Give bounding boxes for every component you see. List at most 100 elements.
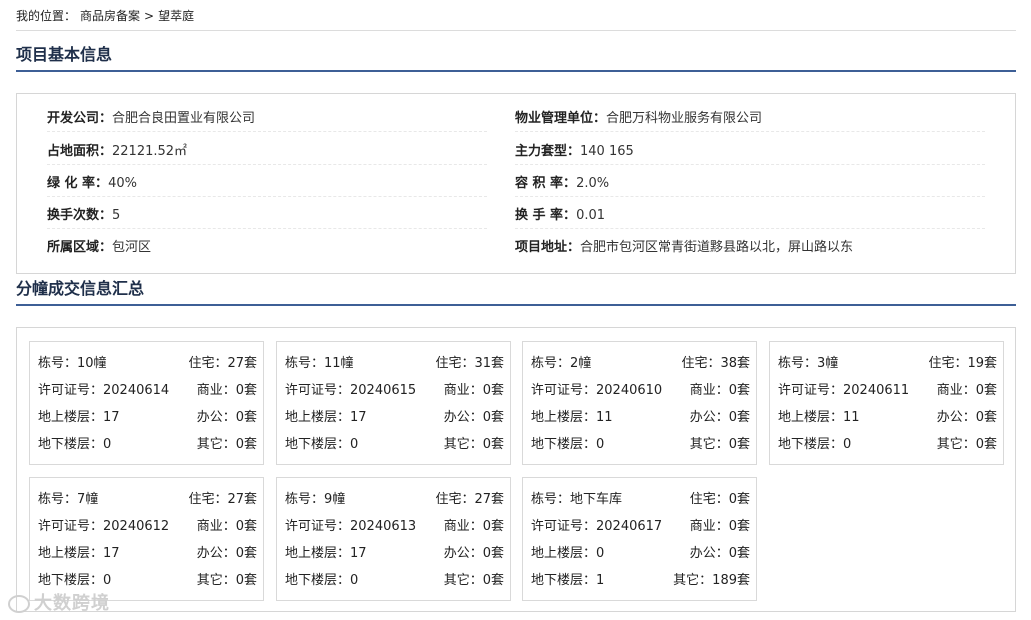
breadcrumb-separator: >	[144, 9, 155, 23]
developer-label: 开发公司：	[47, 111, 113, 126]
green-rate-row: 绿 化 率：40%	[47, 171, 487, 197]
permit-number: 许可证号：20240610	[531, 383, 663, 398]
building-number: 栋号：7幢	[38, 492, 99, 507]
section-title-building-summary: 分幢成交信息汇总	[16, 278, 1016, 306]
property-mgmt-row: 物业管理单位：合肥万科物业服务有限公司	[515, 106, 985, 132]
permit-number: 许可证号：20240612	[38, 519, 170, 534]
developer-value: 合肥合良田置业有限公司	[112, 111, 256, 126]
turnover-times-label: 换手次数：	[47, 208, 113, 223]
floors-below: 地下楼层：0	[531, 437, 605, 452]
district-label: 所属区域：	[47, 240, 113, 255]
plot-ratio-label: 容 积 率：	[515, 176, 577, 191]
building-number: 栋号：10幢	[38, 356, 107, 371]
district-value: 包河区	[112, 240, 152, 255]
other-count: 其它：0套	[689, 437, 750, 452]
permit-number: 许可证号：20240617	[531, 519, 663, 534]
developer-row: 开发公司：合肥合良田置业有限公司	[47, 106, 487, 132]
permit-number: 许可证号：20240614	[38, 383, 170, 398]
main-unit-row: 主力套型：140 165	[515, 139, 985, 165]
residential-count: 住宅：19套	[928, 356, 997, 371]
building-card[interactable]: 栋号：10幢 住宅：27套 许可证号：20240614 商业：0套 地上楼层：17 办…	[29, 341, 264, 465]
turnover-rate-row: 换 手 率：0.01	[515, 203, 985, 229]
floors-below: 地下楼层：0	[38, 573, 112, 588]
commercial-count: 商业：0套	[443, 519, 504, 534]
green-rate-value: 40%	[108, 176, 137, 191]
building-card[interactable]: 栋号：11幢 住宅：31套 许可证号：20240615 商业：0套 地上楼层：17 办…	[276, 341, 511, 465]
watermark-text: 大数跨境	[34, 593, 110, 614]
other-count: 其它：0套	[443, 437, 504, 452]
building-summary-panel: 栋号：10幢 住宅：27套 许可证号：20240614 商业：0套 地上楼层：17 办…	[16, 327, 1016, 612]
floors-above: 地上楼层：11	[778, 410, 860, 425]
plot-ratio-value: 2.0%	[576, 176, 610, 191]
turnover-rate-value: 0.01	[576, 208, 606, 223]
breadcrumb-link[interactable]: 商品房备案	[80, 9, 140, 23]
residential-count: 住宅：27套	[188, 356, 257, 371]
office-count: 办公：0套	[936, 410, 997, 425]
floors-above: 地上楼层：17	[38, 410, 120, 425]
main-unit-value: 140 165	[580, 144, 634, 159]
floors-below: 地下楼层：1	[531, 573, 605, 588]
residential-count: 住宅：38套	[681, 356, 750, 371]
building-card[interactable]: 栋号：地下车库 住宅：0套 许可证号：20240617 商业：0套 地上楼层：0 办公…	[522, 477, 757, 601]
district-row: 所属区域：包河区	[47, 235, 487, 261]
floors-above: 地上楼层：11	[531, 410, 613, 425]
land-area-value: 22121.52㎡	[112, 144, 188, 159]
commercial-count: 商业：0套	[936, 383, 997, 398]
office-count: 办公：0套	[443, 546, 504, 561]
building-number: 栋号：9幢	[285, 492, 346, 507]
breadcrumb: 我的位置： 商品房备案 > 望萃庭	[16, 7, 1016, 31]
floors-above: 地上楼层：17	[285, 546, 367, 561]
office-count: 办公：0套	[689, 546, 750, 561]
watermark-logo-icon	[8, 595, 30, 613]
floors-below: 地下楼层：0	[38, 437, 112, 452]
breadcrumb-prefix: 我的位置：	[16, 9, 77, 23]
section-title-basic-info: 项目基本信息	[16, 44, 1016, 72]
permit-number: 许可证号：20240615	[285, 383, 417, 398]
address-label: 项目地址：	[515, 240, 581, 255]
other-count: 其它：189套	[673, 573, 750, 588]
property-mgmt-label: 物业管理单位：	[515, 111, 607, 126]
turnover-times-value: 5	[112, 208, 121, 223]
floors-below: 地下楼层：0	[778, 437, 852, 452]
permit-number: 许可证号：20240611	[778, 383, 910, 398]
commercial-count: 商业：0套	[443, 383, 504, 398]
main-unit-label: 主力套型：	[515, 144, 581, 159]
turnover-rate-label: 换 手 率：	[515, 208, 577, 223]
basic-info-panel: 开发公司：合肥合良田置业有限公司 物业管理单位：合肥万科物业服务有限公司 占地面…	[16, 93, 1016, 274]
office-count: 办公：0套	[196, 410, 257, 425]
building-number: 栋号：2幢	[531, 356, 592, 371]
watermark: 大数跨境	[8, 589, 110, 615]
address-row: 项目地址：合肥市包河区常青街道黟县路以北，屏山路以东	[515, 235, 985, 261]
floors-above: 地上楼层：17	[38, 546, 120, 561]
floors-above: 地上楼层：17	[285, 410, 367, 425]
building-card[interactable]: 栋号：9幢 住宅：27套 许可证号：20240613 商业：0套 地上楼层：17 办公…	[276, 477, 511, 601]
commercial-count: 商业：0套	[689, 383, 750, 398]
building-card[interactable]: 栋号：3幢 住宅：19套 许可证号：20240611 商业：0套 地上楼层：11 办公…	[769, 341, 1004, 465]
commercial-count: 商业：0套	[196, 519, 257, 534]
residential-count: 住宅：31套	[435, 356, 504, 371]
commercial-count: 商业：0套	[689, 519, 750, 534]
building-number: 栋号：11幢	[285, 356, 354, 371]
residential-count: 住宅：0套	[689, 492, 750, 507]
other-count: 其它：0套	[196, 573, 257, 588]
turnover-times-row: 换手次数：5	[47, 203, 487, 229]
building-card[interactable]: 栋号：2幢 住宅：38套 许可证号：20240610 商业：0套 地上楼层：11 办公…	[522, 341, 757, 465]
residential-count: 住宅：27套	[188, 492, 257, 507]
floors-below: 地下楼层：0	[285, 437, 359, 452]
other-count: 其它：0套	[196, 437, 257, 452]
building-number: 栋号：3幢	[778, 356, 839, 371]
office-count: 办公：0套	[689, 410, 750, 425]
property-mgmt-value: 合肥万科物业服务有限公司	[606, 111, 763, 126]
floors-below: 地下楼层：0	[285, 573, 359, 588]
green-rate-label: 绿 化 率：	[47, 176, 109, 191]
land-area-row: 占地面积：22121.52㎡	[47, 139, 487, 165]
building-number: 栋号：地下车库	[531, 492, 623, 507]
address-value: 合肥市包河区常青街道黟县路以北，屏山路以东	[580, 240, 854, 255]
other-count: 其它：0套	[443, 573, 504, 588]
building-card[interactable]: 栋号：7幢 住宅：27套 许可证号：20240612 商业：0套 地上楼层：17 办公…	[29, 477, 264, 601]
other-count: 其它：0套	[936, 437, 997, 452]
land-area-label: 占地面积：	[47, 144, 113, 159]
commercial-count: 商业：0套	[196, 383, 257, 398]
plot-ratio-row: 容 积 率：2.0%	[515, 171, 985, 197]
office-count: 办公：0套	[196, 546, 257, 561]
